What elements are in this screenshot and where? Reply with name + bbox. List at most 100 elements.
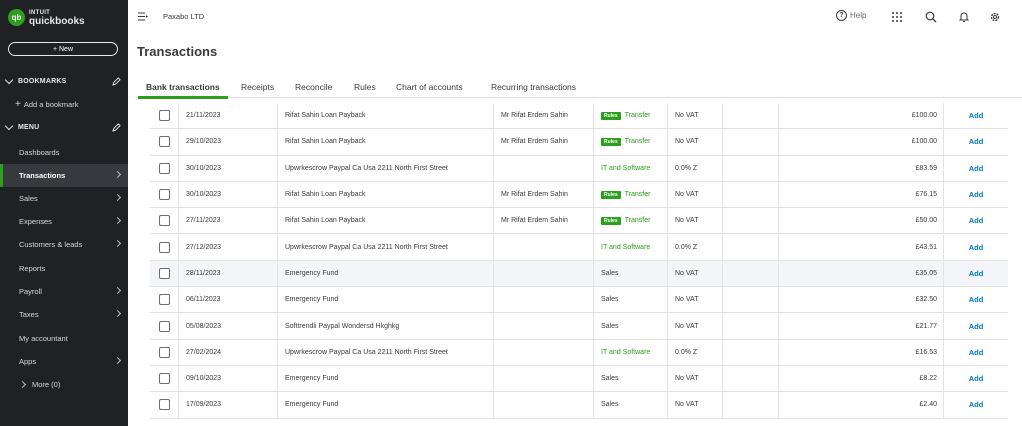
sidebar-item-sales[interactable]: Sales — [0, 187, 128, 210]
category-cell[interactable]: Rules Transfer — [593, 103, 667, 129]
table-row[interactable]: 17/09/2023 Emergency Fund Sales No VAT £2.40… — [150, 392, 1008, 419]
sidebar-item-my-accountant[interactable]: My accountant — [0, 327, 128, 350]
sidebar-item-dashboards[interactable]: Dashboards — [0, 141, 128, 164]
collapse-menu-icon[interactable] — [138, 12, 148, 21]
help-button[interactable]: ? Help — [836, 10, 866, 21]
payee-cell — [493, 392, 593, 418]
sidebar-item-transactions[interactable]: Transactions — [0, 164, 128, 187]
menu-section-toggle[interactable]: MENU — [4, 121, 39, 131]
add-button[interactable]: Add — [943, 392, 1008, 418]
date-cell: 17/09/2023 — [178, 392, 277, 418]
sidebar-item-more[interactable]: More (0) — [18, 380, 61, 389]
date-cell: 09/10/2023 — [178, 366, 277, 392]
chevron-down-icon — [4, 121, 14, 131]
chevron-right-icon — [113, 216, 122, 225]
table-row[interactable]: 28/11/2023 Emergency Fund Sales No VAT £35.0… — [150, 260, 1008, 288]
edit-bookmarks-pencil-icon[interactable] — [112, 77, 121, 86]
select-cell — [150, 366, 178, 391]
payee-cell — [493, 234, 593, 260]
table-row[interactable]: 09/10/2023 Emergency Fund Sales No VAT £8.22… — [150, 366, 1008, 393]
table-row[interactable]: 30/10/2023 Rifat Sahin Loan Payback Mr Rif… — [150, 181, 1008, 209]
quickbooks-logo[interactable]: qb INTUIT quickbooks — [8, 9, 85, 27]
select-cell — [150, 261, 178, 286]
table-row[interactable]: 21/11/2023 Rifat Sahin Loan Payback Mr Rif… — [150, 103, 1008, 130]
table-row[interactable]: 27/11/2023 Rifat Sahin Loan Payback Mr Rif… — [150, 208, 1008, 235]
row-checkbox[interactable] — [158, 294, 170, 306]
category-label: Sales — [601, 322, 619, 330]
category-cell[interactable]: Rules Transfer — [593, 208, 667, 234]
row-checkbox[interactable] — [158, 267, 170, 279]
tab-chart-of-accounts[interactable]: Chart of accounts — [396, 82, 463, 92]
vat-cell: 0.0% Z — [667, 339, 722, 365]
add-button[interactable]: Add — [943, 366, 1008, 392]
category-cell[interactable]: Sales — [593, 392, 667, 418]
add-button[interactable]: Add — [943, 208, 1008, 234]
table-row[interactable]: 27/02/2024 Upwrkescrow Paypal Ca Usa 2211… — [150, 339, 1008, 366]
sidebar: qb INTUIT quickbooks + New BOOKMARKS + Ad… — [0, 0, 128, 426]
add-button[interactable]: Add — [943, 260, 1008, 287]
payee-cell: Mr Rifat Erdem Sahin — [493, 129, 593, 155]
apps-grid-icon[interactable] — [891, 11, 903, 23]
sidebar-item-expenses[interactable]: Expenses — [0, 210, 128, 233]
edit-menu-pencil-icon[interactable] — [112, 123, 121, 132]
bell-icon[interactable] — [958, 11, 970, 23]
add-button[interactable]: Add — [943, 181, 1008, 208]
category-cell[interactable]: Sales — [593, 287, 667, 313]
row-checkbox[interactable] — [158, 373, 170, 385]
add-button[interactable]: Add — [943, 287, 1008, 313]
add-button[interactable]: Add — [943, 129, 1008, 155]
description-cell: Emergency Fund — [277, 260, 493, 287]
category-cell[interactable]: Rules Transfer — [593, 181, 667, 208]
gear-icon[interactable] — [989, 11, 1001, 23]
tab-reconcile[interactable]: Reconcile — [295, 82, 332, 92]
row-checkbox[interactable] — [158, 346, 170, 358]
table-row[interactable]: 29/10/2023 Rifat Sahin Loan Payback Mr Rif… — [150, 129, 1008, 156]
sidebar-item-taxes[interactable]: Taxes — [0, 303, 128, 326]
company-name[interactable]: Paxabo LTD — [163, 12, 204, 21]
add-bookmark-link[interactable]: + Add a bookmark — [15, 99, 78, 110]
add-button[interactable]: Add — [943, 234, 1008, 260]
sidebar-item-apps[interactable]: Apps — [0, 350, 128, 373]
row-checkbox[interactable] — [158, 189, 170, 201]
add-button[interactable]: Add — [943, 155, 1008, 181]
category-cell[interactable]: Rules Transfer — [593, 129, 667, 155]
category-cell[interactable]: Sales — [593, 260, 667, 287]
new-button[interactable]: + New — [8, 42, 118, 56]
category-cell[interactable]: IT and Software — [593, 155, 667, 181]
top-bar: Paxabo LTD ? Help — [128, 0, 1022, 34]
sidebar-item-customers-leads[interactable]: Customers & leads — [0, 233, 128, 256]
date-cell: 05/08/2023 — [178, 313, 277, 339]
add-button[interactable]: Add — [943, 313, 1008, 339]
category-cell[interactable]: Sales — [593, 313, 667, 339]
sidebar-item-label: More (0) — [32, 380, 61, 389]
amount-cell: £100.00 — [778, 103, 943, 129]
table-row[interactable]: 06/11/2023 Emergency Fund Sales No VAT £32.5… — [150, 287, 1008, 314]
bookmarks-section-toggle[interactable]: BOOKMARKS — [4, 75, 66, 85]
add-button[interactable]: Add — [943, 103, 1008, 129]
payee-cell — [493, 260, 593, 287]
table-row[interactable]: 27/12/2023 Upwrkescrow Paypal Ca Usa 2211… — [150, 234, 1008, 261]
empty-cell — [722, 234, 778, 260]
description-cell: Upwrkescrow Paypal Ca Usa 2211 North Fir… — [277, 234, 493, 260]
tab-receipts[interactable]: Receipts — [241, 82, 274, 92]
tab-rules[interactable]: Rules — [354, 82, 376, 92]
table-row[interactable]: 30/10/2023 Upwrkescrow Paypal Ca Usa 2211… — [150, 155, 1008, 182]
row-checkbox[interactable] — [158, 320, 170, 332]
row-checkbox[interactable] — [158, 399, 170, 411]
category-cell[interactable]: IT and Software — [593, 234, 667, 260]
sidebar-item-payroll[interactable]: Payroll — [0, 280, 128, 303]
category-cell[interactable]: Sales — [593, 366, 667, 392]
add-button[interactable]: Add — [943, 339, 1008, 365]
row-checkbox[interactable] — [158, 215, 170, 227]
row-checkbox[interactable] — [158, 110, 170, 122]
table-row[interactable]: 05/08/2023 Softtrendli Paypal Wondersd Hk… — [150, 313, 1008, 340]
category-cell[interactable]: IT and Software — [593, 339, 667, 365]
sidebar-item-reports[interactable]: Reports — [0, 257, 128, 280]
row-checkbox[interactable] — [158, 136, 170, 148]
empty-cell — [722, 103, 778, 129]
search-icon[interactable] — [925, 11, 937, 23]
tab-bank-transactions[interactable]: Bank transactions — [138, 82, 228, 99]
row-checkbox[interactable] — [158, 241, 170, 253]
row-checkbox[interactable] — [158, 162, 170, 174]
tab-recurring-transactions[interactable]: Recurring transactions — [491, 82, 576, 92]
